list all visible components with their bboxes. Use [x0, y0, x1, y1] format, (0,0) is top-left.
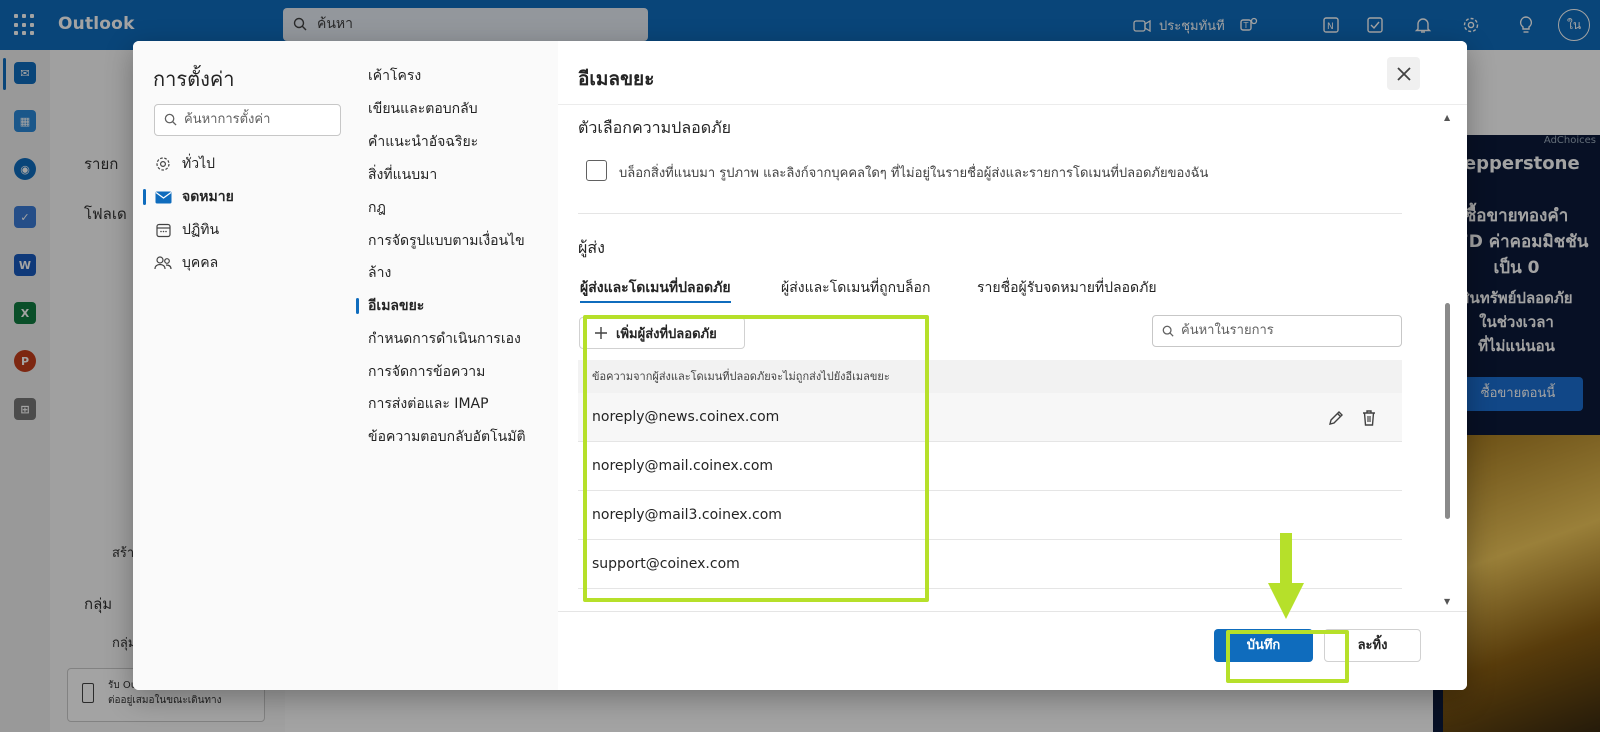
mail-sections: เค้าโครง เขียนและตอบกลับ คำแนะนำอัจฉริยะ…	[348, 41, 558, 690]
settings-categories: การตั้งค่า ค้นหาการตั้งค่า ทั่วไป จดหมาย…	[133, 41, 348, 690]
tab-safe-senders[interactable]: ผู้ส่งและโดเมนที่ปลอดภัย	[580, 277, 731, 303]
section-message-handling[interactable]: การจัดการข้อความ	[368, 360, 485, 384]
section-attachments[interactable]: สิ่งที่แนบมา	[368, 163, 437, 187]
category-calendar[interactable]: ปฏิทิน	[154, 215, 344, 245]
section-automatic-replies[interactable]: ข้อความตอบกลับอัตโนมัติ	[368, 425, 526, 449]
trash-icon[interactable]	[1359, 408, 1379, 428]
senders-heading: ผู้ส่ง	[578, 238, 605, 257]
section-divider	[578, 213, 1402, 214]
search-icon	[164, 113, 177, 126]
category-label: บุคคล	[182, 255, 219, 271]
block-attachments-label: บล็อกสิ่งที่แนบมา รูปภาพ และลิงก์จากบุคค…	[619, 166, 1209, 181]
highlight-box-save	[1226, 630, 1349, 683]
category-label: ปฏิทิน	[182, 222, 220, 238]
close-button[interactable]	[1387, 57, 1420, 90]
block-attachments-checkbox[interactable]	[586, 160, 607, 181]
category-general[interactable]: ทั่วไป	[154, 149, 344, 179]
tab-safe-mailing-lists[interactable]: รายชื่อผู้รับจดหมายที่ปลอดภัย	[977, 277, 1157, 301]
category-label: ทั่วไป	[182, 156, 216, 172]
active-indicator	[143, 189, 146, 205]
search-icon	[1162, 325, 1174, 337]
settings-title: การตั้งค่า	[153, 67, 235, 91]
list-search-input[interactable]: ค้นหาในรายการ	[1152, 315, 1402, 347]
section-rules[interactable]: กฎ	[368, 196, 386, 220]
section-smart-suggestions[interactable]: คำแนะนำอัจฉริยะ	[368, 130, 478, 154]
content-scrollbar[interactable]: ▲ ▼	[1444, 113, 1451, 613]
highlight-box-sender-list	[583, 315, 929, 602]
list-search-placeholder: ค้นหาในรายการ	[1181, 323, 1274, 338]
settings-search-placeholder: ค้นหาการตั้งค่า	[184, 112, 271, 127]
calendar-icon	[154, 221, 172, 239]
pencil-icon[interactable]	[1326, 408, 1346, 428]
tab-blocked-senders[interactable]: ผู้ส่งและโดเมนที่ถูกบล็อก	[781, 277, 930, 301]
gear-icon	[154, 155, 172, 173]
scrollbar-thumb[interactable]	[1445, 303, 1450, 519]
scroll-up-icon[interactable]: ▲	[1444, 113, 1450, 122]
section-compose-reply[interactable]: เขียนและตอบกลับ	[368, 97, 478, 121]
people-icon	[154, 254, 172, 272]
scroll-down-icon[interactable]: ▼	[1444, 597, 1450, 606]
active-indicator	[356, 298, 359, 314]
pane-title: อีเมลขยะ	[578, 68, 655, 90]
section-forwarding-imap[interactable]: การส่งต่อและ IMAP	[368, 392, 489, 416]
close-icon	[1396, 66, 1411, 81]
footer-divider	[558, 611, 1467, 612]
section-label: อีเมลขยะ	[368, 298, 425, 314]
section-sweep[interactable]: ล้าง	[368, 261, 391, 285]
settings-search-input[interactable]: ค้นหาการตั้งค่า	[154, 104, 341, 136]
mail-icon	[154, 188, 172, 206]
safety-options-heading: ตัวเลือกความปลอดภัย	[578, 118, 732, 137]
section-junk-email[interactable]: อีเมลขยะ	[356, 294, 425, 318]
arrow-down-icon	[1268, 533, 1304, 619]
category-mail[interactable]: จดหมาย	[143, 182, 344, 212]
section-conditional-formatting[interactable]: การจัดรูปแบบตามเงื่อนไข	[368, 229, 525, 253]
category-people[interactable]: บุคคล	[154, 248, 344, 278]
category-label: จดหมาย	[182, 189, 234, 205]
section-customize-actions[interactable]: กำหนดการดำเนินการเอง	[368, 327, 521, 351]
header-divider	[558, 104, 1467, 105]
section-layout[interactable]: เค้าโครง	[368, 64, 421, 88]
